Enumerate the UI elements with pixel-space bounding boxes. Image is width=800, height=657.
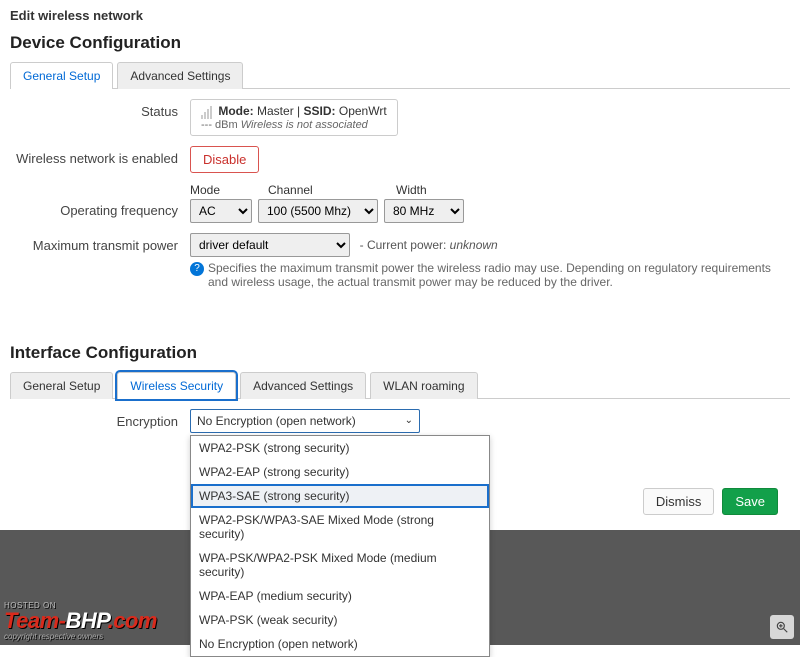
current-power-value: unknown [450,238,498,252]
mode-select[interactable]: AC [190,199,252,223]
interface-tabs: General Setup Wireless Security Advanced… [10,371,790,399]
encryption-option-no-encryption[interactable]: No Encryption (open network) [191,632,489,656]
max-power-hint: Specifies the maximum transmit power the… [208,261,790,289]
zoom-icon[interactable] [770,615,794,639]
watermark-bhp: BHP [65,608,107,633]
status-ssid-value: OpenWrt [339,104,387,118]
status-box: Mode: Master | SSID: OpenWrt --- dBm Wir… [190,99,398,136]
watermark-team: Team- [4,608,65,633]
encryption-option-wpa2-psk[interactable]: WPA2-PSK (strong security) [191,436,489,460]
watermark-com: .com [108,608,157,633]
tab-advanced-settings-iface[interactable]: Advanced Settings [240,372,366,399]
status-mode-prefix: Mode: [218,104,253,118]
device-tabs: General Setup Advanced Settings [10,61,790,89]
status-ssid-prefix: SSID: [304,104,336,118]
width-select[interactable]: 80 MHz [384,199,464,223]
tab-general-setup-iface[interactable]: General Setup [10,372,113,399]
info-icon: ? [190,262,204,276]
tab-advanced-settings-device[interactable]: Advanced Settings [117,62,243,89]
status-assoc: Wireless is not associated [241,119,368,131]
interface-config-heading: Interface Configuration [10,343,790,363]
current-power-prefix: - Current power: [360,238,447,252]
dialog-actions: Dismiss Save [643,488,778,515]
encryption-label: Encryption [10,409,190,429]
status-mode-value: Master [257,104,294,118]
status-label: Status [10,99,190,119]
page-title: Edit wireless network [10,8,790,23]
chevron-down-icon: ⌄ [405,415,413,426]
tab-wireless-security[interactable]: Wireless Security [117,372,236,399]
watermark: HOSTED ON Team-BHP.com copyright respect… [4,601,157,641]
encryption-select[interactable]: No Encryption (open network) ⌄ [190,409,420,433]
disable-button[interactable]: Disable [190,146,259,173]
dismiss-button[interactable]: Dismiss [643,488,715,515]
encryption-option-wpa-wpa2-mixed[interactable]: WPA-PSK/WPA2-PSK Mixed Mode (medium secu… [191,546,489,584]
encryption-option-wpa3-sae[interactable]: WPA3-SAE (strong security) [191,484,489,508]
encryption-option-wpa2-eap[interactable]: WPA2-EAP (strong security) [191,460,489,484]
tab-wlan-roaming[interactable]: WLAN roaming [370,372,477,399]
device-config-heading: Device Configuration [10,33,790,53]
channel-sublabel: Channel [268,183,378,197]
encryption-option-wpa-psk[interactable]: WPA-PSK (weak security) [191,608,489,632]
tab-general-setup-device[interactable]: General Setup [10,62,113,89]
operating-frequency-label: Operating frequency [10,183,190,218]
status-dbm: --- dBm [201,119,238,131]
mode-sublabel: Mode [190,183,250,197]
max-power-select[interactable]: driver default [190,233,350,257]
encryption-option-wpa-eap[interactable]: WPA-EAP (medium security) [191,584,489,608]
save-button[interactable]: Save [722,488,778,515]
wireless-enabled-label: Wireless network is enabled [10,146,190,166]
encryption-option-wpa2-wpa3-mixed[interactable]: WPA2-PSK/WPA3-SAE Mixed Mode (strong sec… [191,508,489,546]
channel-select[interactable]: 100 (5500 Mhz) [258,199,378,223]
encryption-selected-value: No Encryption (open network) [197,414,356,428]
signal-icon [201,105,215,119]
max-power-label: Maximum transmit power [10,233,190,253]
width-sublabel: Width [396,183,427,197]
encryption-dropdown-list: WPA2-PSK (strong security) WPA2-EAP (str… [190,435,490,657]
